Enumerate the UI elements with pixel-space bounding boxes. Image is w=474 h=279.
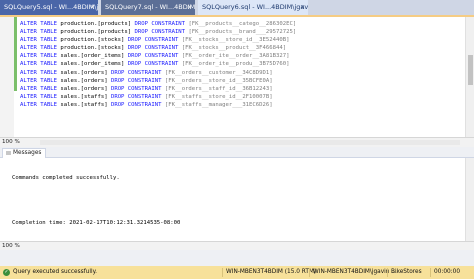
sql-keyword: ALTER TABLE xyxy=(20,29,58,36)
constraint-name: [FK__products__brand___29572725] xyxy=(188,29,297,36)
sql-keyword: ALTER TABLE xyxy=(20,61,58,68)
sql-keyword: DROP CONSTRAINT xyxy=(110,69,162,76)
table-name: sales.[order_items] xyxy=(60,53,125,60)
sql-keyword: ALTER TABLE xyxy=(20,53,58,60)
sql-keyword: ALTER TABLE xyxy=(20,101,58,108)
status-user: WIN-MBEN3T4BDIM\jgavin ... xyxy=(313,269,397,275)
results-tab-strip: Messages xyxy=(0,148,474,158)
tab-messages[interactable]: Messages xyxy=(2,148,47,158)
query-editor[interactable]: ALTER TABLE production.[products] DROP C… xyxy=(0,17,474,137)
code-line: ALTER TABLE sales.[orders] DROP CONSTRAI… xyxy=(20,85,296,93)
status-message: Query executed successfully. xyxy=(13,269,98,275)
sql-keyword: DROP CONSTRAINT xyxy=(110,77,162,84)
code-line: ALTER TABLE sales.[orders] DROP CONSTRAI… xyxy=(20,69,296,77)
sql-keyword: DROP CONSTRAINT xyxy=(110,85,162,92)
table-name: production.[stocks] xyxy=(60,37,125,44)
tab-sqlquery5[interactable]: SQLQuery5.sql - WI...4BDIM\jgavin (55)) … xyxy=(0,0,98,15)
constraint-name: [FK__stocks__store_id__3E52440B] xyxy=(181,37,290,44)
code-line: ALTER TABLE sales.[order_items] DROP CON… xyxy=(20,60,296,68)
results-zoom-bar: 100 % xyxy=(0,241,474,250)
messages-vertical-scrollbar[interactable] xyxy=(465,158,474,241)
close-icon[interactable]: × xyxy=(187,0,192,15)
tab-sqlquery6-active[interactable]: SQLQuery6.sql - WI...4BDIM\jgavin (51))*… xyxy=(198,0,308,15)
constraint-name: [FK__order_ite__order__3A81B327] xyxy=(181,53,290,60)
sql-keyword: ALTER TABLE xyxy=(20,21,58,27)
tab-messages-label: Messages xyxy=(13,150,42,156)
constraint-name: [FK__staffs__manager___31EC6D26] xyxy=(164,101,273,108)
sql-keyword: DROP CONSTRAINT xyxy=(134,21,186,27)
sql-keyword: ALTER TABLE xyxy=(20,77,58,84)
tab-label: SQLQuery7.sql - WI...4BDIM\jgavin (55)) xyxy=(105,3,195,11)
table-name: sales.[staffs] xyxy=(60,101,108,108)
table-name: sales.[orders] xyxy=(60,85,108,92)
status-elapsed-time: 00:00:00 xyxy=(434,269,461,275)
scrollbar-thumb[interactable] xyxy=(468,55,473,85)
constraint-name: [FK__order_ite__produ__3B75D760] xyxy=(181,61,290,68)
close-icon[interactable]: × xyxy=(90,0,95,15)
messages-icon xyxy=(6,150,11,155)
editor-code[interactable]: ALTER TABLE production.[products] DROP C… xyxy=(20,20,296,109)
status-database: BikeStores xyxy=(391,269,422,275)
change-tracking-bar xyxy=(14,17,17,91)
constraint-name: [FK__orders__store_id__35BCFE0A] xyxy=(164,77,273,84)
status-separator xyxy=(222,268,223,277)
table-name: sales.[orders] xyxy=(60,77,108,84)
sql-keyword: DROP CONSTRAINT xyxy=(127,53,179,60)
code-line: ALTER TABLE production.[products] DROP C… xyxy=(20,20,296,28)
status-separator xyxy=(430,268,431,277)
table-name: production.[stocks] xyxy=(60,45,125,52)
messages-pane[interactable]: Commands completed successfully. Complet… xyxy=(0,158,474,241)
status-separator xyxy=(387,268,388,277)
messages-text: Commands completed successfully. Complet… xyxy=(12,160,180,243)
sql-keyword: DROP CONSTRAINT xyxy=(134,29,186,36)
zoom-selector[interactable]: 100 % xyxy=(2,242,20,250)
constraint-name: [FK__staffs__store_id__2F10007B] xyxy=(164,93,273,100)
sql-keyword: ALTER TABLE xyxy=(20,93,58,100)
tab-sqlquery7[interactable]: SQLQuery7.sql - WI...4BDIM\jgavin (55)) … xyxy=(101,0,195,15)
constraint-name: [FK__stocks__product__3F466844] xyxy=(181,45,287,52)
table-name: sales.[orders] xyxy=(60,69,108,76)
editor-horizontal-scrollbar[interactable] xyxy=(40,140,460,145)
table-name: sales.[order_items] xyxy=(60,61,125,68)
sql-keyword: DROP CONSTRAINT xyxy=(127,61,179,68)
editor-gutter xyxy=(0,17,14,137)
code-line: ALTER TABLE sales.[staffs] DROP CONSTRAI… xyxy=(20,101,296,109)
status-server: WIN-MBEN3T4BDIM (15.0 RTM) xyxy=(226,269,317,275)
zoom-selector[interactable]: 100 % xyxy=(2,138,20,147)
status-bar: ✓ Query executed successfully. WIN-MBEN3… xyxy=(0,266,474,279)
editor-zoom-bar: 100 % xyxy=(0,137,474,147)
message-line xyxy=(12,198,180,206)
sql-keyword: DROP CONSTRAINT xyxy=(110,93,162,100)
status-separator xyxy=(309,268,310,277)
sql-keyword: DROP CONSTRAINT xyxy=(127,45,179,52)
table-name: production.[products] xyxy=(60,21,132,27)
constraint-name: [FK__products__catego__286302EC] xyxy=(188,21,297,27)
code-line: ALTER TABLE sales.[staffs] DROP CONSTRAI… xyxy=(20,93,296,101)
code-line: ALTER TABLE production.[products] DROP C… xyxy=(20,28,296,36)
code-line: ALTER TABLE sales.[order_items] DROP CON… xyxy=(20,52,296,60)
sql-keyword: DROP CONSTRAINT xyxy=(110,101,162,108)
table-name: production.[products] xyxy=(60,29,132,36)
table-name: sales.[staffs] xyxy=(60,93,108,100)
editor-vertical-scrollbar[interactable] xyxy=(465,17,474,137)
sql-keyword: ALTER TABLE xyxy=(20,45,58,52)
code-line: ALTER TABLE sales.[orders] DROP CONSTRAI… xyxy=(20,77,296,85)
sql-keyword: DROP CONSTRAINT xyxy=(127,37,179,44)
code-line: ALTER TABLE production.[stocks] DROP CON… xyxy=(20,36,296,44)
document-tab-strip: SQLQuery5.sql - WI...4BDIM\jgavin (55)) … xyxy=(0,0,474,15)
sql-keyword: ALTER TABLE xyxy=(20,85,58,92)
tab-label: SQLQuery5.sql - WI...4BDIM\jgavin (55)) xyxy=(4,3,98,11)
code-line: ALTER TABLE production.[stocks] DROP CON… xyxy=(20,44,296,52)
tab-label: SQLQuery6.sql - WI...4BDIM\jgavin (51))* xyxy=(202,3,308,11)
close-icon[interactable]: × xyxy=(300,0,305,15)
message-line: Completion time: 2021-02-17T10:12:31.321… xyxy=(12,220,181,226)
constraint-name: [FK__orders__customer__34C8D9D1] xyxy=(164,69,273,76)
sql-keyword: ALTER TABLE xyxy=(20,37,58,44)
constraint-name: [FK__orders__staff_id__36B12243] xyxy=(164,85,273,92)
success-check-icon: ✓ xyxy=(3,269,10,276)
sql-keyword: ALTER TABLE xyxy=(20,69,58,76)
message-line: Commands completed successfully. xyxy=(12,175,120,181)
